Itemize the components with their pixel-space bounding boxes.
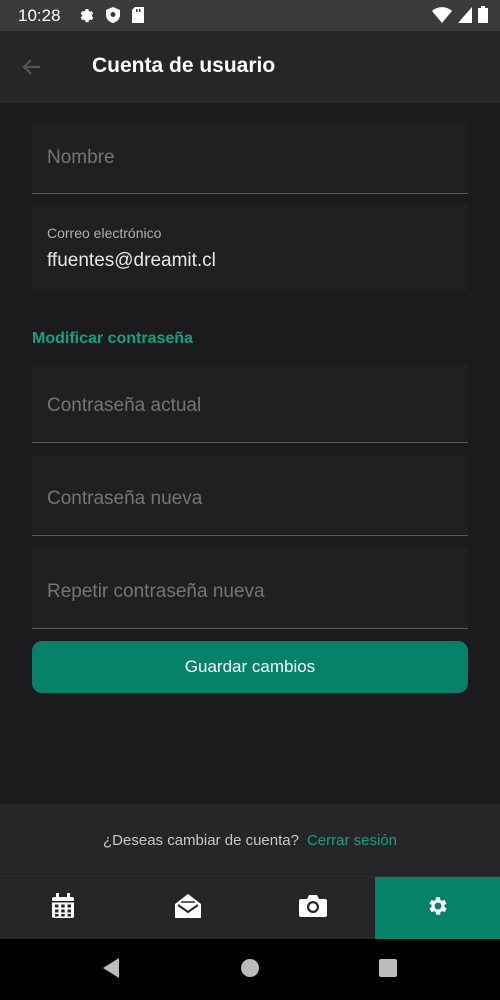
recents-square-icon[interactable]	[378, 957, 398, 984]
repeat-password-field[interactable]	[32, 548, 468, 629]
arrow-left-icon[interactable]	[20, 55, 44, 84]
status-bar: 10:28	[0, 0, 500, 31]
name-field[interactable]	[32, 121, 468, 194]
gear-icon	[78, 7, 94, 28]
current-password-input[interactable]	[47, 395, 447, 417]
bottom-nav	[0, 876, 500, 940]
nav-item-mail[interactable]	[125, 877, 250, 940]
email-value: ffuentes@dreamit.cl	[47, 250, 216, 271]
current-password-field[interactable]	[32, 365, 468, 443]
account-footer: ¿Deseas cambiar de cuenta? Cerrar sesión	[0, 804, 500, 876]
password-section-title: Modificar contraseña	[32, 330, 193, 347]
status-icons-right	[432, 6, 488, 28]
nav-item-calendar[interactable]	[0, 877, 125, 940]
nav-item-camera[interactable]	[250, 877, 375, 940]
name-input[interactable]	[47, 147, 447, 169]
status-time: 10:28	[18, 6, 61, 25]
switch-account-question: ¿Deseas cambiar de cuenta?	[103, 831, 299, 849]
sd-card-icon	[132, 7, 144, 28]
battery-icon	[478, 6, 488, 28]
nav-item-settings[interactable]	[375, 877, 500, 940]
save-button-label: Guardar cambios	[184, 657, 316, 676]
new-password-field[interactable]	[32, 456, 468, 536]
app-bar: Cuenta de usuario	[0, 31, 500, 103]
repeat-password-input[interactable]	[47, 581, 447, 603]
email-field: Correo electrónico ffuentes@dreamit.cl	[32, 205, 468, 290]
status-icons-left	[78, 7, 144, 28]
signal-icon	[458, 6, 472, 28]
page-title: Cuenta de usuario	[92, 54, 276, 77]
email-label: Correo electrónico	[47, 225, 162, 241]
wifi-icon	[432, 6, 452, 28]
logout-link[interactable]: Cerrar sesión	[307, 832, 397, 849]
new-password-input[interactable]	[47, 488, 447, 510]
save-button[interactable]: Guardar cambios	[32, 641, 468, 693]
shield-icon	[106, 7, 120, 28]
settings-icon	[426, 894, 450, 923]
system-nav-bar	[0, 939, 500, 1000]
calendar-icon	[51, 893, 75, 924]
mail-open-icon	[174, 893, 202, 924]
back-triangle-icon[interactable]	[101, 957, 121, 984]
camera-icon	[298, 894, 327, 923]
home-circle-icon[interactable]	[240, 957, 260, 984]
